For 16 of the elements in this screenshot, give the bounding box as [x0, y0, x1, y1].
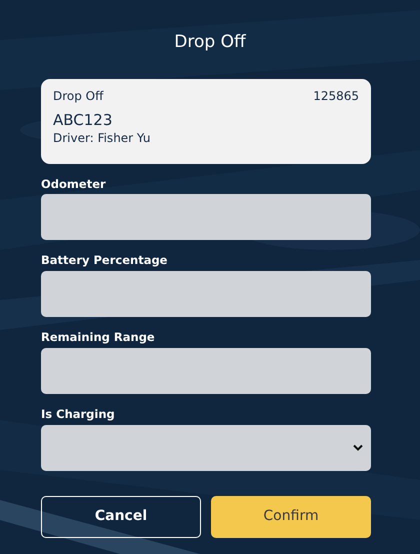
booking-type: Drop Off [53, 88, 104, 104]
booking-number: 125865 [313, 88, 359, 104]
input-field[interactable] [41, 271, 371, 318]
confirm-button[interactable]: Confirm [211, 496, 371, 538]
field-label: Odometer [41, 176, 106, 190]
input-field[interactable] [41, 194, 371, 240]
cancel-button[interactable]: Cancel [41, 496, 201, 538]
select-field[interactable] [41, 424, 371, 471]
field-label: Is Charging [41, 406, 115, 421]
field-label: Battery Percentage [41, 253, 168, 268]
field-label: Remaining Range [41, 330, 155, 344]
input-field[interactable] [41, 348, 371, 394]
vehicle-plate: ABC123 [53, 110, 112, 128]
chevron-down-icon [353, 444, 363, 452]
driver-name: Driver: Fisher Yu [53, 130, 150, 144]
page-title: Drop Off [173, 31, 247, 54]
